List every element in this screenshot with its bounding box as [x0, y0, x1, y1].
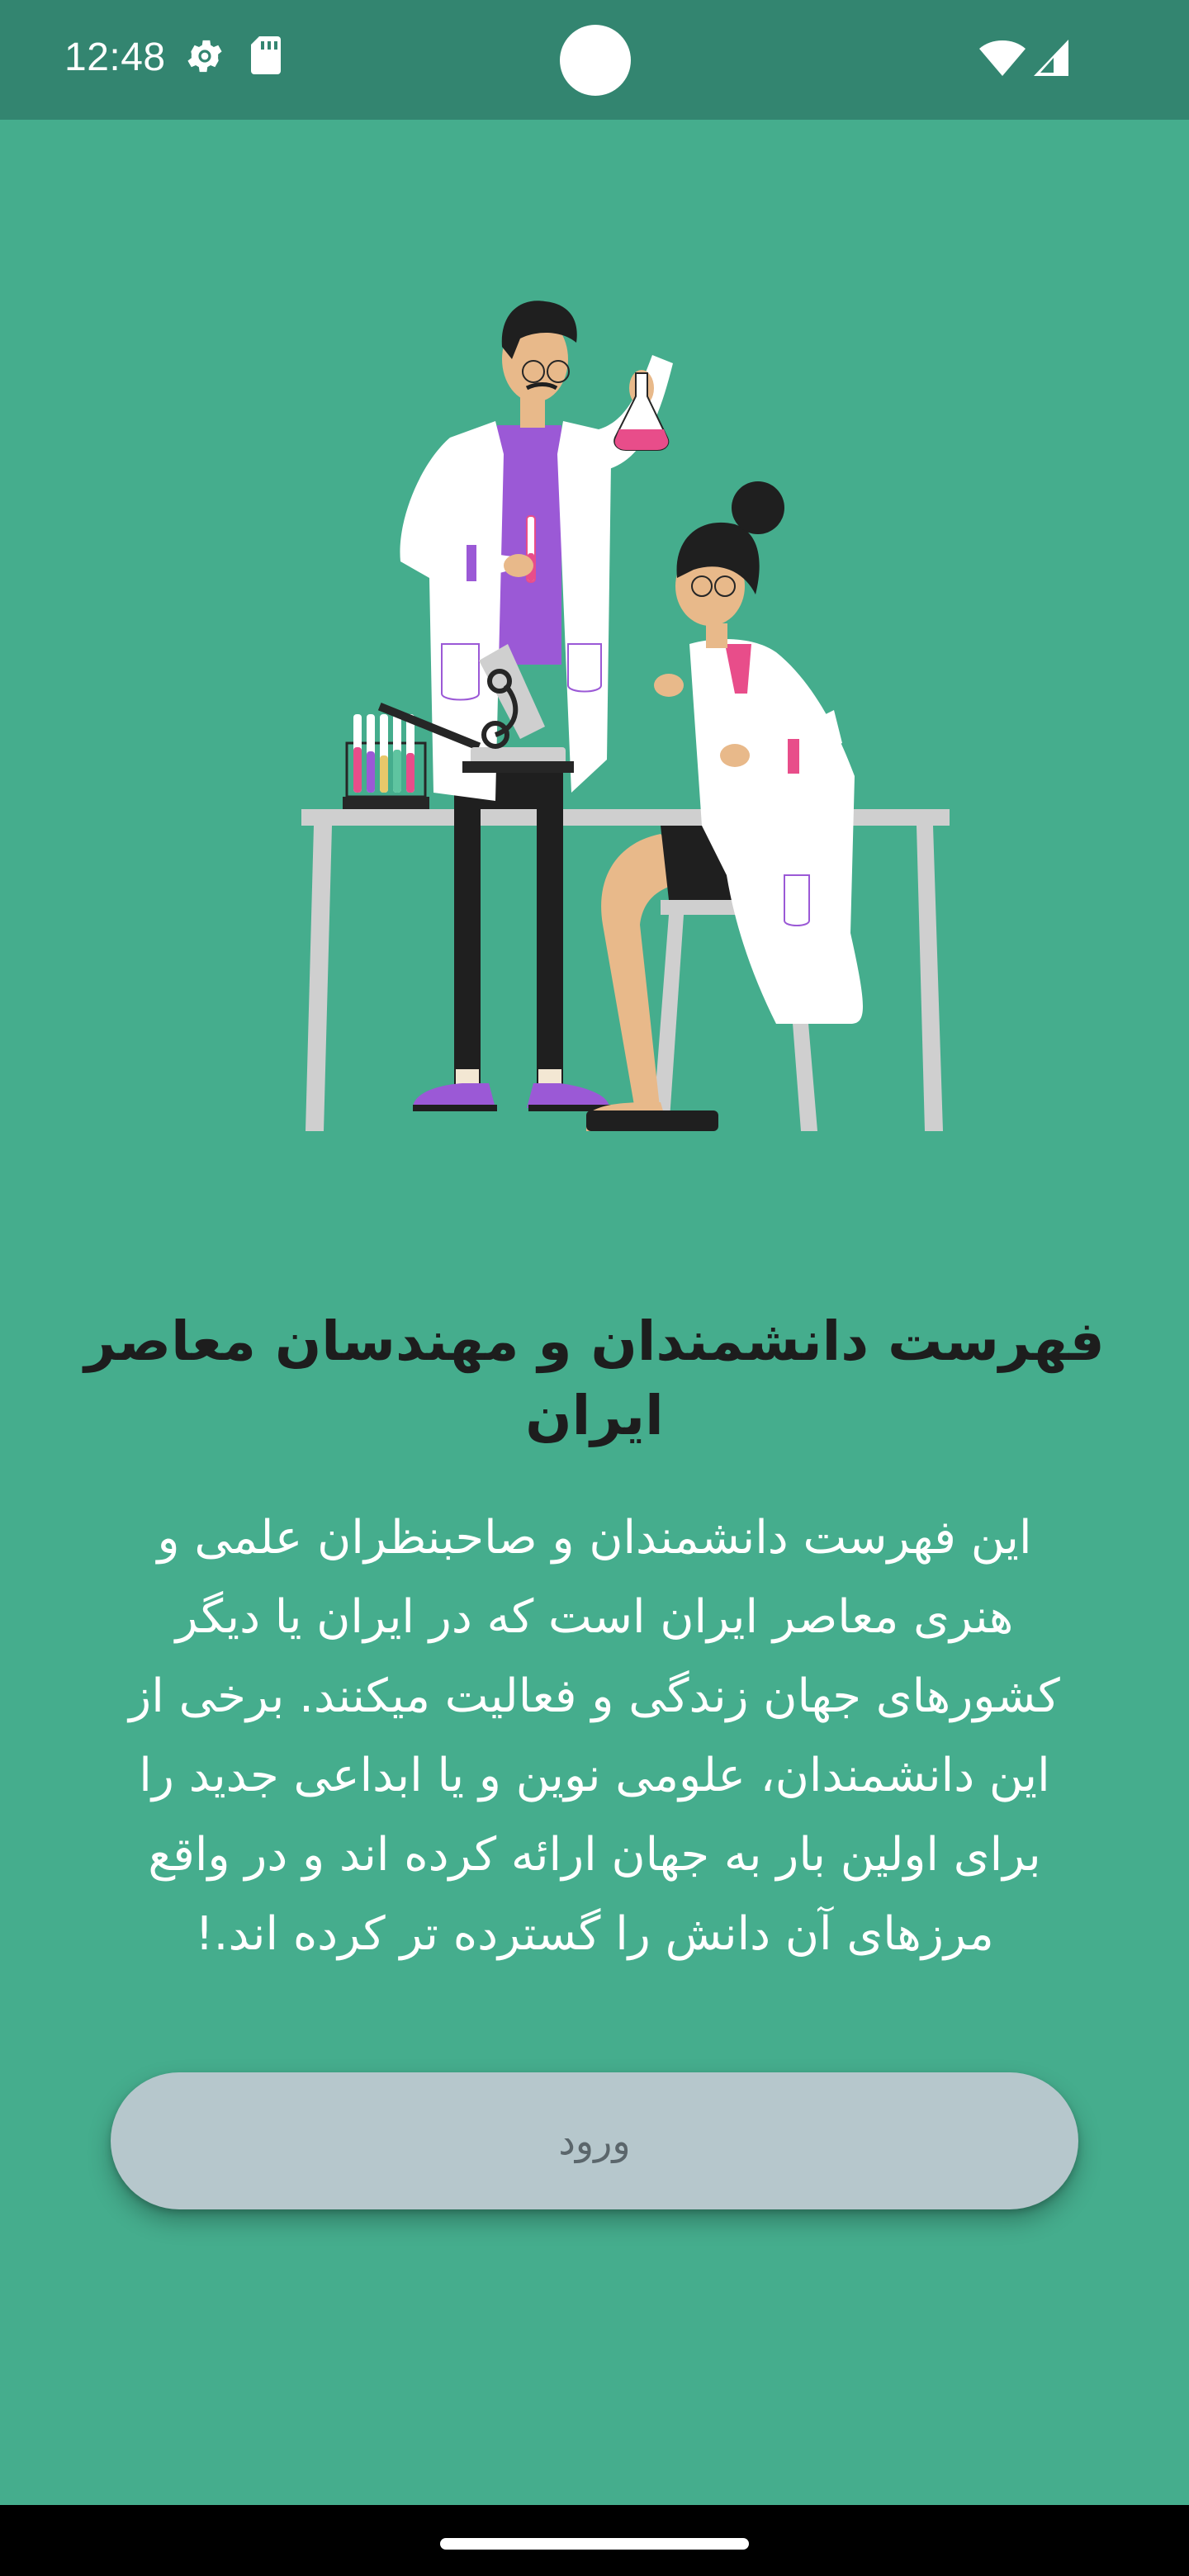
status-time: 12:48	[64, 36, 166, 79]
navigation-bar	[0, 2505, 1189, 2576]
description-line: هنری معاصر ایران است که در ایران یا دیگر	[175, 1590, 1014, 1644]
login-button[interactable]: ورود	[111, 2072, 1078, 2209]
description-line: این فهرست دانشمندان و صاحبنظران علمی و	[157, 1511, 1032, 1565]
scientists-illustration	[301, 301, 950, 1131]
camera-cutout	[560, 25, 631, 96]
description-text: این فهرست دانشمندان و صاحبنظران علمی و ه…	[25, 1499, 1164, 1974]
description-line: مرزهای آن دانش را گسترده تر کرده اند.!	[195, 1907, 994, 1961]
wifi-icon	[979, 40, 1026, 76]
home-gesture-handle[interactable]	[440, 2538, 749, 2550]
description-line: این دانشمندان، علومی نوین و یا ابداعی جد…	[139, 1749, 1050, 1802]
description-line: برای اولین بار به جهان ارائه کرده اند و …	[148, 1828, 1041, 1882]
description-line: کشورهای جهان زندگی و فعالیت میکنند. برخی…	[129, 1669, 1060, 1723]
page-title: فهرست دانشمندان و مهندسان معاصر ایران	[84, 1309, 1105, 1447]
gear-icon	[187, 40, 222, 73]
sd-card-icon	[251, 36, 281, 74]
signal-icon	[1034, 40, 1068, 76]
